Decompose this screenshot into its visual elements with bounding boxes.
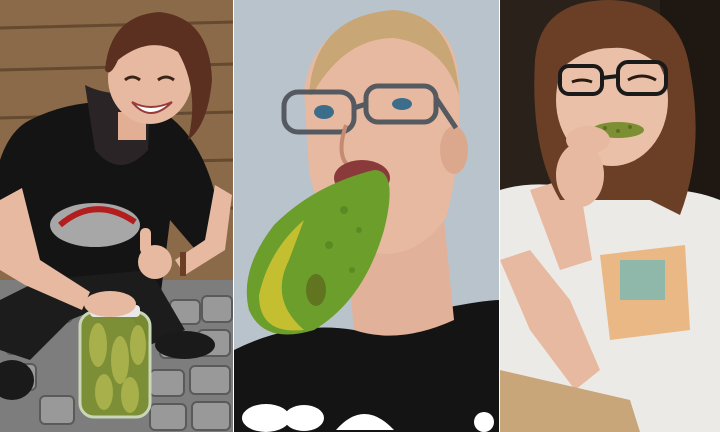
photo-woman-with-pickle-jar	[0, 0, 234, 432]
photo-man-with-giant-cucumber	[234, 0, 500, 432]
girl-pickle-illustration	[500, 0, 720, 432]
photo-collage	[0, 0, 720, 432]
man-cucumber-illustration	[234, 0, 500, 432]
photo-girl-with-small-pickle	[500, 0, 720, 432]
woman-pickle-jar-illustration	[0, 0, 234, 432]
